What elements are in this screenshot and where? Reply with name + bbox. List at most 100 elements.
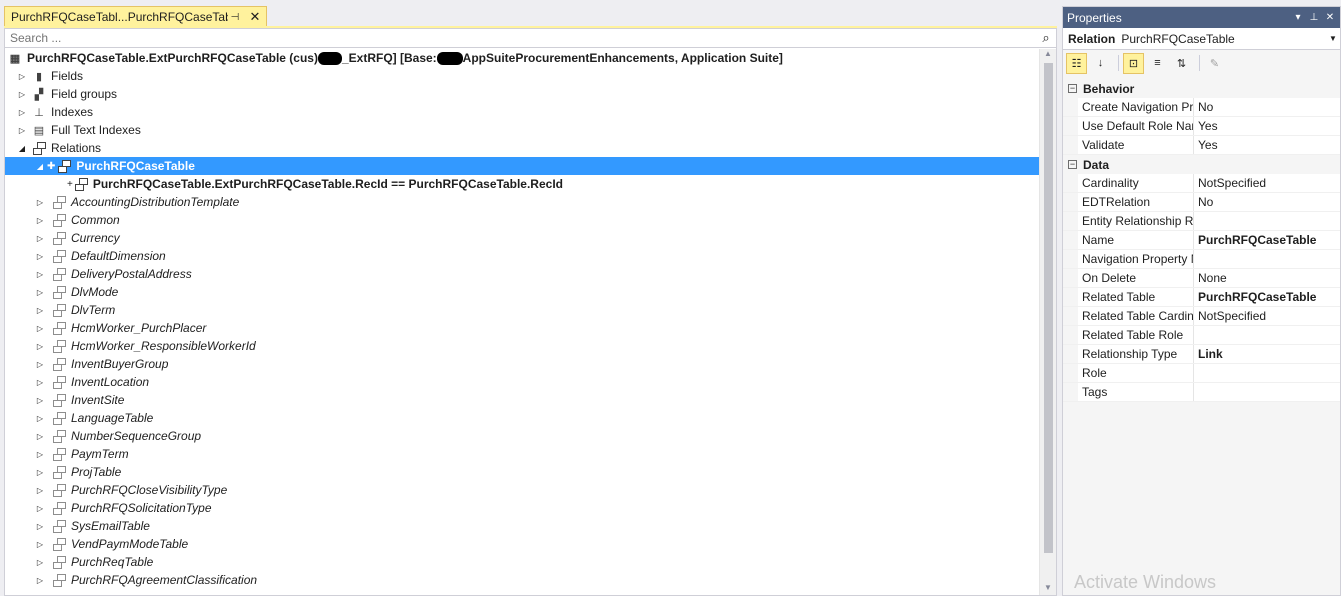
close-icon[interactable]: ✕ [1322, 12, 1338, 23]
tree-node-inherited-relation[interactable]: ▷ AccountingDistributionTemplate [5, 193, 1039, 211]
tree-node-inherited-relation[interactable]: ▷ LanguageTable [5, 409, 1039, 427]
property-row[interactable]: Cardinality NotSpecified [1063, 174, 1340, 193]
tree-node-fields[interactable]: ▷ ▮ Fields [5, 67, 1039, 85]
tree-node-inherited-relation[interactable]: ▷ VendPaymModeTable [5, 535, 1039, 553]
tree-node-full-text-indexes[interactable]: ▷ ▤ Full Text Indexes [5, 121, 1039, 139]
property-value[interactable]: None [1194, 269, 1340, 287]
scroll-up-arrow-icon[interactable]: ▲ [1040, 49, 1056, 61]
expand-arrow-icon[interactable]: ▷ [35, 504, 45, 513]
expand-arrow-icon[interactable]: ▷ [35, 198, 45, 207]
document-tab[interactable]: PurchRFQCaseTabl...PurchRFQCaseTable ⊣ ✕ [4, 6, 267, 27]
expand-arrow-icon[interactable]: ▷ [17, 126, 27, 135]
tree-node-inherited-relation[interactable]: ▷ ProjTable [5, 463, 1039, 481]
property-row[interactable]: Use Default Role Nam Yes [1063, 117, 1340, 136]
expand-arrow-icon[interactable]: ▷ [35, 378, 45, 387]
expand-arrow-icon[interactable]: ▷ [35, 216, 45, 225]
expand-arrow-icon[interactable]: ▷ [35, 342, 45, 351]
property-value[interactable]: Link [1194, 345, 1340, 363]
object-selector[interactable]: Relation PurchRFQCaseTable ▼ [1063, 28, 1340, 50]
property-value[interactable]: Yes [1194, 117, 1340, 135]
expand-arrow-icon[interactable]: ▷ [35, 324, 45, 333]
pin-icon[interactable]: ⊥ [1306, 12, 1322, 23]
expand-arrow-icon[interactable]: ▷ [35, 270, 45, 279]
tree-node-inherited-relation[interactable]: ▷ DlvTerm [5, 301, 1039, 319]
close-icon[interactable]: ✕ [248, 9, 262, 25]
properties-icon[interactable]: ⊡ [1123, 52, 1144, 74]
property-value[interactable]: PurchRFQCaseTable [1194, 288, 1340, 306]
expand-arrow-icon[interactable]: ▷ [35, 540, 45, 549]
collapse-icon[interactable]: − [1068, 160, 1077, 169]
tree-node-field-groups[interactable]: ▷ ▞ Field groups [5, 85, 1039, 103]
tree-node-inherited-relation[interactable]: ▷ PurchReqTable [5, 553, 1039, 571]
expand-arrow-icon[interactable]: ▷ [35, 468, 45, 477]
property-row[interactable]: Related Table Role [1063, 326, 1340, 345]
expand-arrow-icon[interactable]: ▷ [17, 108, 27, 117]
window-menu-icon[interactable]: ▾ [1290, 12, 1306, 23]
property-value[interactable] [1194, 383, 1340, 401]
property-row[interactable]: Related Table Cardina NotSpecified [1063, 307, 1340, 326]
expand-arrow-icon[interactable]: ▷ [35, 306, 45, 315]
collapse-icon[interactable]: − [1068, 84, 1077, 93]
tree-node-inherited-relation[interactable]: ▷ PurchRFQAgreementClassification [5, 571, 1039, 589]
tree-node-inherited-relation[interactable]: ▷ HcmWorker_PurchPlacer [5, 319, 1039, 337]
expand-arrow-icon[interactable]: ▷ [35, 522, 45, 531]
property-value[interactable] [1194, 326, 1340, 344]
tree-node-inherited-relation[interactable]: ▷ Common [5, 211, 1039, 229]
tree-node-selected-relation[interactable]: ◢ ✚ PurchRFQCaseTable [5, 157, 1039, 175]
tree-node-inherited-relation[interactable]: ▷ InventBuyerGroup [5, 355, 1039, 373]
property-row[interactable]: Relationship Type Link [1063, 345, 1340, 364]
expand-arrow-icon[interactable]: ▷ [35, 252, 45, 261]
tree-node-inherited-relation[interactable]: ▷ PurchRFQCloseVisibilityType [5, 481, 1039, 499]
tree-node-inherited-relation[interactable]: ▷ InventLocation [5, 373, 1039, 391]
property-row[interactable]: Role [1063, 364, 1340, 383]
expand-arrow-icon[interactable]: ▷ [17, 72, 27, 81]
tree-node-inherited-relation[interactable]: ▷ DeliveryPostalAddress [5, 265, 1039, 283]
tree-node-relations[interactable]: ◢ Relations [5, 139, 1039, 157]
property-value[interactable]: No [1194, 98, 1340, 116]
search-icon[interactable]: ⌕ [1036, 30, 1056, 46]
tree-node-inherited-relation[interactable]: ▷ Currency [5, 229, 1039, 247]
property-row[interactable]: Navigation Property M [1063, 250, 1340, 269]
chevron-down-icon[interactable]: ▼ [1326, 34, 1340, 43]
scrollbar-thumb[interactable] [1044, 63, 1053, 553]
property-row[interactable]: Validate Yes [1063, 136, 1340, 155]
expand-arrow-icon[interactable]: ▷ [35, 486, 45, 495]
property-row[interactable]: Related Table PurchRFQCaseTable [1063, 288, 1340, 307]
property-value[interactable]: PurchRFQCaseTable [1194, 231, 1340, 249]
tree-root-node[interactable]: ▦ PurchRFQCaseTable.ExtPurchRFQCaseTable… [5, 49, 1039, 67]
expand-arrow-icon[interactable]: ▷ [35, 450, 45, 459]
alphabetical-icon[interactable]: ↓ [1090, 53, 1111, 74]
property-value[interactable] [1194, 212, 1340, 230]
expand-arrow-icon[interactable]: ▷ [35, 396, 45, 405]
expand-arrow-icon[interactable]: ▷ [35, 558, 45, 567]
property-row[interactable]: Name PurchRFQCaseTable [1063, 231, 1340, 250]
scroll-down-arrow-icon[interactable]: ▼ [1040, 583, 1056, 595]
property-row[interactable]: Create Navigation Pr No [1063, 98, 1340, 117]
tree-node-inherited-relation[interactable]: ▷ SysEmailTable [5, 517, 1039, 535]
tree-node-inherited-relation[interactable]: ▷ HcmWorker_ResponsibleWorkerId [5, 337, 1039, 355]
expand-arrow-icon[interactable]: ▷ [35, 414, 45, 423]
property-row[interactable]: Tags [1063, 383, 1340, 402]
expand-arrow-icon[interactable]: ▷ [35, 432, 45, 441]
wrench-icon[interactable]: ✎ [1204, 53, 1225, 74]
property-row[interactable]: EDTRelation No [1063, 193, 1340, 212]
property-category[interactable]: − Behavior [1063, 79, 1340, 98]
tree-node-inherited-relation[interactable]: ▷ PaymTerm [5, 445, 1039, 463]
tree-node-constraint[interactable]: + PurchRFQCaseTable.ExtPurchRFQCaseTable… [5, 175, 1039, 193]
tree-node-indexes[interactable]: ▷ ⊥ Indexes [5, 103, 1039, 121]
tree-node-inherited-relation[interactable]: ▷ DlvMode [5, 283, 1039, 301]
pin-icon[interactable]: ⊣ [228, 12, 242, 23]
property-row[interactable]: On Delete None [1063, 269, 1340, 288]
expand-arrow-icon[interactable]: ▷ [35, 234, 45, 243]
property-value[interactable]: Yes [1194, 136, 1340, 154]
expand-arrow-icon[interactable]: ▷ [35, 576, 45, 585]
tree-node-inherited-relation[interactable]: ▷ InventSite [5, 391, 1039, 409]
expand-arrow-icon[interactable]: ▷ [17, 90, 27, 99]
property-value[interactable] [1194, 250, 1340, 268]
vertical-scrollbar[interactable]: ▲ ▼ [1039, 49, 1056, 595]
categorized-icon[interactable]: ☷ [1066, 52, 1087, 74]
property-value[interactable]: NotSpecified [1194, 174, 1340, 192]
search-input[interactable] [10, 31, 1036, 45]
sort-icon[interactable]: ⇅ [1171, 53, 1192, 74]
expand-arrow-icon[interactable]: ▷ [35, 360, 45, 369]
